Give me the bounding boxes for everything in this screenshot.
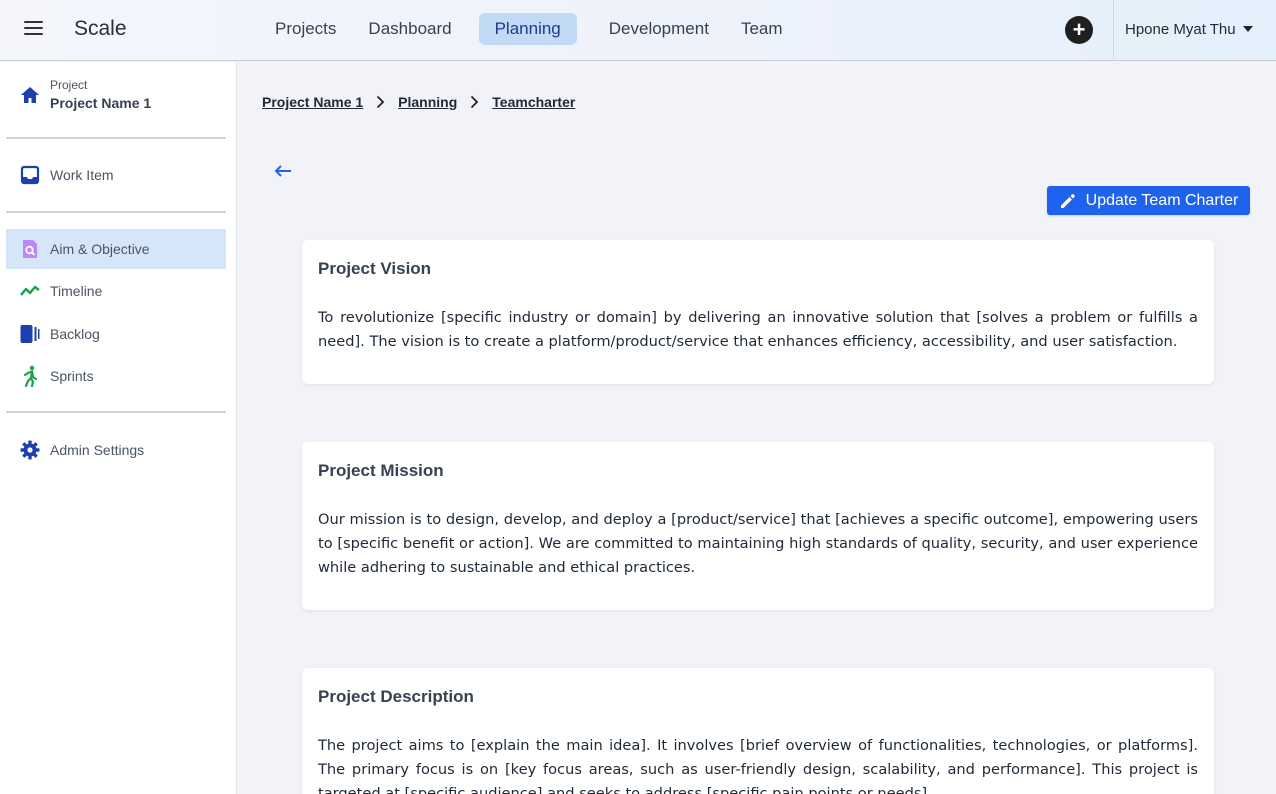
sidebar-item-admin-settings[interactable]: Admin Settings [6, 430, 226, 470]
app-name: Scale [74, 17, 127, 40]
sidebar: Project Project Name 1 Work Item Aim & O… [0, 62, 237, 794]
nav-projects[interactable]: Projects [259, 13, 352, 45]
sidebar-item-label: Timeline [50, 283, 103, 299]
sidebar-item-label: Work Item [50, 167, 114, 183]
update-button-label: Update Team Charter [1085, 191, 1239, 209]
menu-icon[interactable] [24, 21, 44, 37]
sidebar-item-label: Sprints [50, 368, 94, 384]
card-title: Project Mission [318, 461, 444, 480]
sidebar-item-label: Backlog [50, 326, 100, 342]
sidebar-item-timeline[interactable]: Timeline [6, 271, 226, 311]
breadcrumb-project[interactable]: Project Name 1 [262, 94, 363, 110]
project-name: Project Name 1 [50, 95, 152, 111]
divider [1113, 0, 1114, 61]
chevron-right-icon [376, 95, 385, 109]
nav-dashboard[interactable]: Dashboard [352, 13, 467, 45]
card-body: The project aims to [explain the main id… [318, 737, 1198, 794]
sidebar-item-backlog[interactable]: Backlog [6, 314, 226, 354]
divider [6, 137, 226, 139]
running-person-icon [23, 365, 38, 387]
sidebar-item-label: Aim & Objective [50, 241, 150, 257]
user-menu[interactable]: Hpone Myat Thu [1125, 21, 1253, 38]
card-body: Our mission is to design, develop, and d… [318, 511, 1198, 576]
nav-team[interactable]: Team [725, 13, 799, 45]
project-vision-card: Project Vision To revolutionize [specifi… [302, 240, 1214, 384]
card-title: Project Vision [318, 259, 432, 278]
update-team-charter-button[interactable]: Update Team Charter [1047, 186, 1250, 215]
project-mission-card: Project Mission Our mission is to design… [302, 442, 1214, 610]
nav-development[interactable]: Development [593, 13, 725, 45]
breadcrumb-planning[interactable]: Planning [398, 94, 457, 110]
card-body: To revolutionize [specific industry or d… [318, 309, 1198, 350]
gear-icon [20, 440, 40, 460]
add-icon[interactable]: + [1065, 16, 1093, 44]
card-title: Project Description [318, 687, 474, 706]
project-description-card: Project Description The project aims to … [302, 668, 1214, 794]
trending-line-icon [20, 285, 40, 296]
breadcrumb: Project Name 1 Planning Teamcharter [262, 94, 575, 110]
top-bar: Scale Projects Dashboard Planning Develo… [0, 0, 1276, 61]
project-header[interactable]: Project Project Name 1 [20, 78, 151, 111]
project-caption: Project [50, 78, 88, 92]
chevron-right-icon [470, 95, 479, 109]
document-search-icon [23, 240, 37, 258]
caret-down-icon [1242, 25, 1253, 32]
sidebar-item-aim-objective[interactable]: Aim & Objective [6, 229, 226, 269]
sidebar-item-sprints[interactable]: Sprints [6, 356, 226, 396]
nav-planning[interactable]: Planning [478, 13, 577, 45]
divider [6, 211, 226, 213]
backlog-icon [20, 325, 40, 343]
user-name: Hpone Myat Thu [1125, 21, 1236, 38]
breadcrumb-teamcharter[interactable]: Teamcharter [492, 94, 575, 110]
sidebar-item-work-item[interactable]: Work Item [6, 155, 226, 195]
back-arrow-icon[interactable] [273, 161, 293, 186]
inbox-icon [20, 165, 40, 185]
pencil-icon [1060, 193, 1075, 208]
sidebar-item-label: Admin Settings [50, 442, 145, 458]
divider [6, 411, 226, 413]
home-icon [21, 87, 39, 103]
main-nav: Projects Dashboard Planning Development … [259, 13, 799, 45]
